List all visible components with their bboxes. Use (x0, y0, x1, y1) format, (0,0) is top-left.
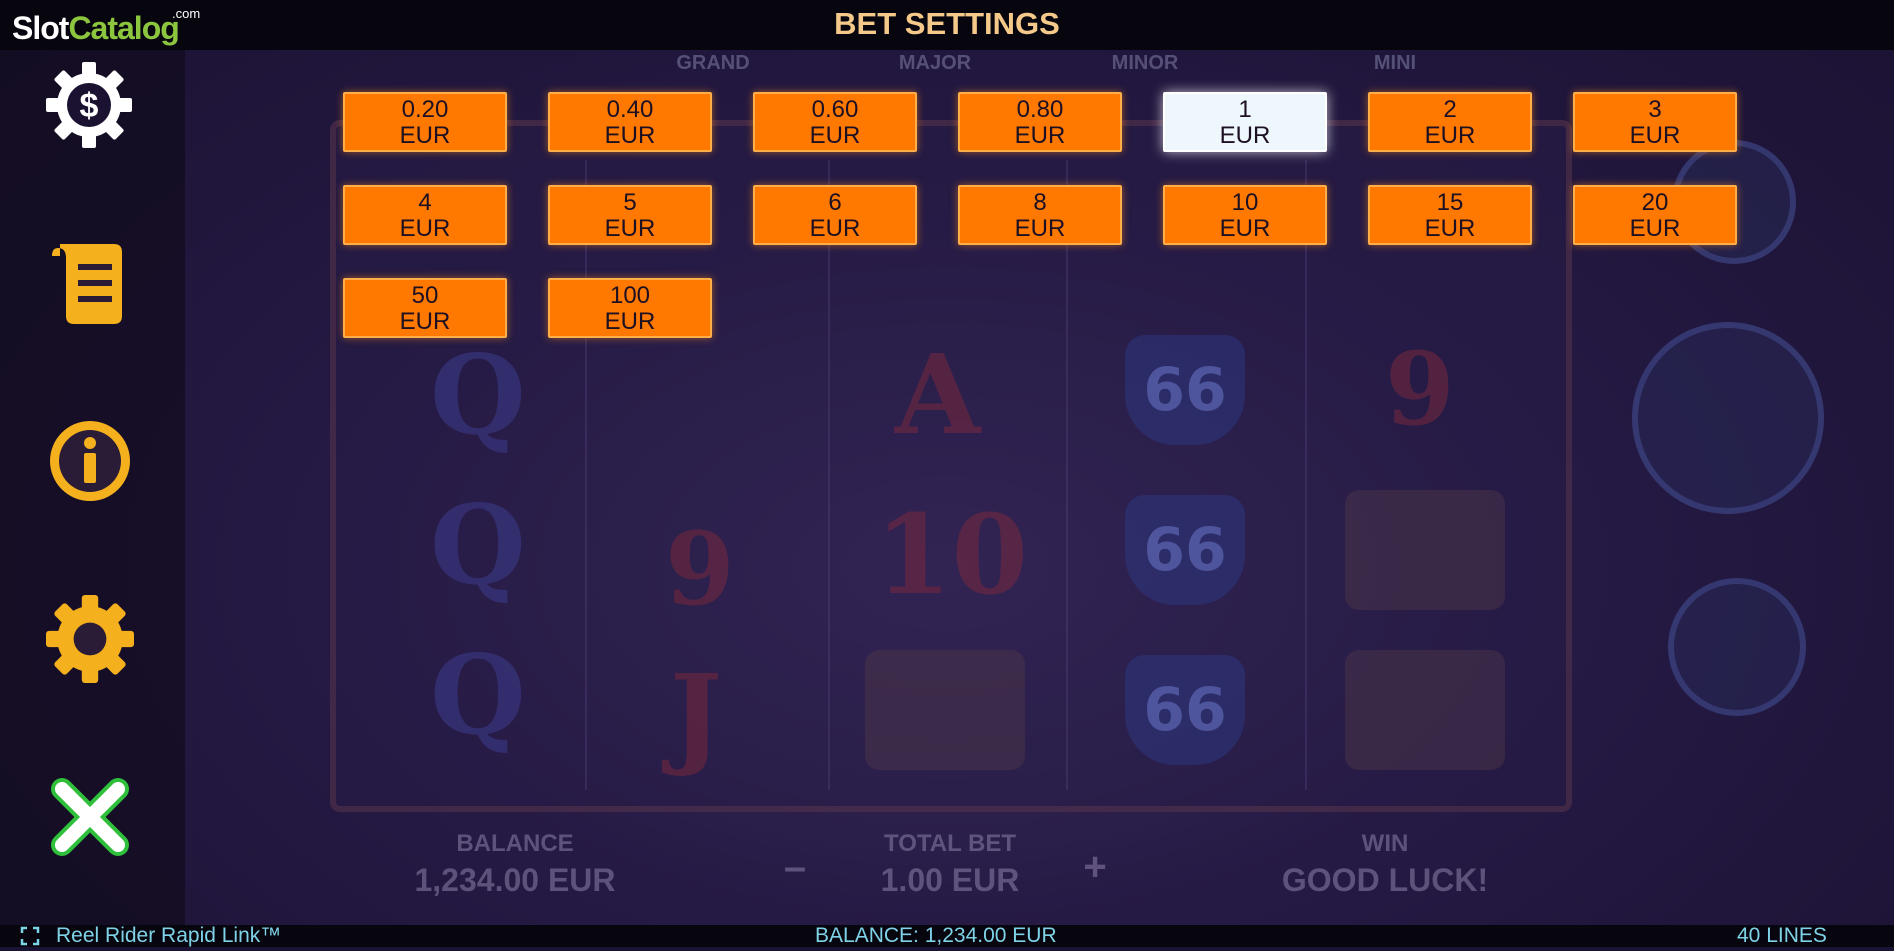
bet-amount: 0.40 (606, 96, 654, 123)
info-icon (50, 421, 130, 501)
bet-option-button[interactable]: 0.80 EUR (958, 92, 1122, 152)
symbol-route66: 66 (1125, 655, 1245, 765)
symbol-route66: 66 (1125, 335, 1245, 445)
bet-amount: 1 (1238, 96, 1252, 123)
bg-bet-plus: + (1083, 845, 1107, 889)
bet-currency: EUR (809, 215, 861, 242)
bet-currency: EUR (604, 215, 656, 242)
bet-option-button[interactable]: 15 EUR (1368, 185, 1532, 245)
bg-bet-minus: – (783, 845, 807, 889)
bet-option-button[interactable]: 100 EUR (548, 278, 712, 338)
dollar-gear-icon: $ (46, 62, 132, 148)
bet-option-button[interactable]: 3 EUR (1573, 92, 1737, 152)
scroll-icon (52, 244, 122, 324)
bet-currency: EUR (809, 122, 861, 149)
bet-option-button[interactable]: 0.60 EUR (753, 92, 917, 152)
page-title: BET SETTINGS (834, 6, 1060, 41)
symbol-q: Q (430, 330, 526, 459)
close-icon (51, 778, 129, 856)
status-lines: 40 LINES (1737, 924, 1827, 947)
symbol-q: Q (430, 630, 526, 759)
sidebar-item-bet-settings[interactable]: $ (46, 62, 132, 152)
bg-win-value: GOOD LUCK! (1281, 862, 1489, 898)
bet-amount: 3 (1648, 96, 1662, 123)
bet-option-button[interactable]: 20 EUR (1573, 185, 1737, 245)
bet-amount: 15 (1436, 189, 1464, 216)
spin-button-bg (1632, 322, 1824, 514)
bet-currency: EUR (1219, 215, 1271, 242)
bet-amount: 0.80 (1016, 96, 1064, 123)
symbol-route66: 66 (1125, 495, 1245, 605)
svg-text:$: $ (80, 87, 99, 125)
jackpot-grand-label: GRAND (676, 52, 750, 74)
sidebar: $ (0, 50, 185, 925)
symbol-nine: 9 (665, 510, 735, 628)
bet-currency: EUR (1219, 122, 1271, 149)
bet-amount: 4 (418, 189, 432, 216)
symbol-cups (865, 650, 1025, 770)
top-bar: SlotCatalog .com BET SETTINGS (0, 0, 1894, 50)
game-name: Reel Rider Rapid Link™ (56, 924, 282, 947)
bg-balance-value: 1,234.00 EUR (414, 862, 616, 898)
bet-currency: EUR (604, 122, 656, 149)
bet-option-button[interactable]: 50 EUR (343, 278, 507, 338)
bet-amount: 50 (411, 282, 439, 309)
status-balance: BALANCE: 1,234.00 EUR (815, 924, 1057, 947)
fullscreen-icon[interactable] (20, 925, 40, 951)
bg-total-bet-value: 1.00 EUR (880, 862, 1020, 898)
bg-total-bet-label: TOTAL BET (884, 830, 1016, 857)
jackpot-mini-label: MINI (1373, 52, 1417, 74)
bet-currency: EUR (1424, 122, 1476, 149)
sidebar-item-paytable[interactable] (50, 238, 130, 332)
bet-option-button[interactable]: 0.40 EUR (548, 92, 712, 152)
bet-amount: 5 (623, 189, 637, 216)
symbol-j: J (670, 650, 723, 779)
bet-currency: EUR (399, 122, 451, 149)
bet-currency: EUR (1014, 122, 1066, 149)
bet-currency: EUR (399, 215, 451, 242)
symbol-cups (1345, 650, 1505, 770)
bet-currency: EUR (1424, 215, 1476, 242)
bet-option-button-selected[interactable]: 1 EUR (1163, 92, 1327, 152)
turbo-button-bg (1668, 578, 1806, 716)
bet-option-button[interactable]: 6 EUR (753, 185, 917, 245)
sidebar-item-settings[interactable] (46, 595, 134, 687)
bet-amount: 8 (1033, 189, 1047, 216)
gear-icon (46, 595, 134, 683)
bg-balance-label: BALANCE (456, 830, 574, 857)
bet-option-button[interactable]: 4 EUR (343, 185, 507, 245)
sidebar-item-close[interactable] (50, 777, 130, 861)
bet-currency: EUR (1629, 122, 1681, 149)
bet-currency: EUR (604, 308, 656, 335)
bet-amount: 10 (1231, 189, 1259, 216)
bet-amount: 20 (1641, 189, 1669, 216)
bet-option-button[interactable]: 2 EUR (1368, 92, 1532, 152)
bet-amount: 100 (609, 282, 651, 309)
jackpot-minor-label: MINOR (1111, 52, 1179, 74)
symbol-nine: 9 (1385, 330, 1455, 448)
status-bar: Reel Rider Rapid Link™ BALANCE: 1,234.00… (0, 925, 1894, 947)
bet-option-button[interactable]: 8 EUR (958, 185, 1122, 245)
bet-option-button[interactable]: 10 EUR (1163, 185, 1327, 245)
bet-option-button[interactable]: 5 EUR (548, 185, 712, 245)
jackpot-major-label: MAJOR (898, 52, 972, 74)
bet-amount: 2 (1443, 96, 1457, 123)
bet-amount: 0.60 (811, 96, 859, 123)
bet-amount: 0.20 (401, 96, 449, 123)
bg-win-label: WIN (1361, 830, 1409, 857)
symbol-a: A (895, 330, 981, 459)
sidebar-item-info[interactable] (46, 417, 134, 509)
bet-currency: EUR (1014, 215, 1066, 242)
bet-currency: EUR (1629, 215, 1681, 242)
symbol-ten: 10 (875, 490, 1029, 619)
bet-amount: 6 (828, 189, 842, 216)
bet-currency: EUR (399, 308, 451, 335)
symbol-cups (1345, 490, 1505, 610)
bet-option-button[interactable]: 0.20 EUR (343, 92, 507, 152)
symbol-q: Q (430, 480, 526, 609)
